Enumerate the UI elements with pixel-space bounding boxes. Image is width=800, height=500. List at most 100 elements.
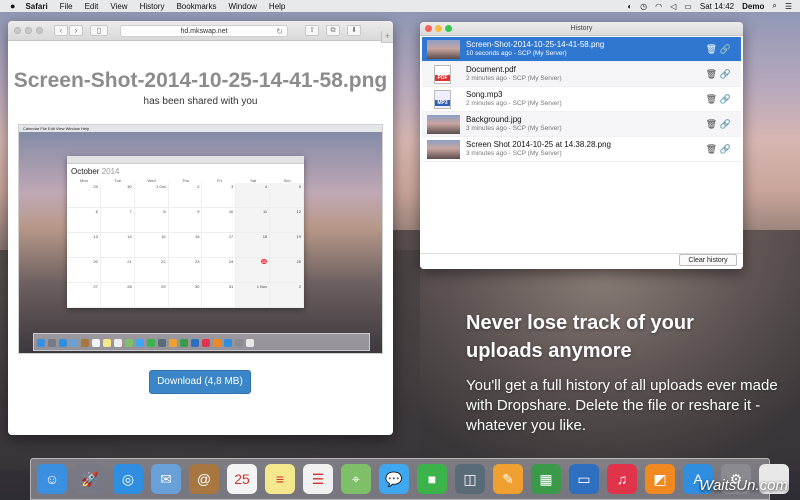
preview-dock-icon xyxy=(136,339,144,347)
spotlight-icon[interactable]: ⌕ xyxy=(772,1,776,11)
preview-day-cell: 8 xyxy=(134,208,169,233)
share-icon[interactable]: ⇧ xyxy=(305,25,319,36)
clear-history-button[interactable]: Clear history xyxy=(679,254,737,266)
preview-day-number: 7 xyxy=(129,209,132,214)
close-button[interactable] xyxy=(14,27,21,34)
preview-day-cell: 14 xyxy=(100,233,135,258)
link-icon[interactable]: 🔗 xyxy=(720,44,731,55)
keynote-icon[interactable]: ▭ xyxy=(569,464,599,494)
history-file-name: Background.jpg xyxy=(466,115,522,124)
facetime-icon[interactable]: ■ xyxy=(417,464,447,494)
finder-icon[interactable]: ☺ xyxy=(37,464,67,494)
safari-icon[interactable]: ◎ xyxy=(113,464,143,494)
history-row[interactable]: Screen Shot 2014-10-25 at 14.38.28.png 3 … xyxy=(422,137,741,162)
page-title: Screen-Shot-2014-10-25-14-41-58.png xyxy=(13,69,388,92)
address-bar[interactable]: hd.mkswap.net ↻ xyxy=(120,25,288,37)
history-close-button[interactable] xyxy=(425,25,432,32)
preview-dock-icon xyxy=(180,339,188,347)
ibooks-icon[interactable]: ◩ xyxy=(645,464,675,494)
trash-icon[interactable]: 🗑 xyxy=(706,144,717,155)
menubar: ● Safari File Edit View History Bookmark… xyxy=(0,0,800,12)
preview-dock-icon xyxy=(147,339,155,347)
launchpad-icon[interactable]: 🚀 xyxy=(75,464,105,494)
apple-menu-icon[interactable]: ● xyxy=(10,1,15,11)
tabs-icon[interactable]: ⧉ xyxy=(326,25,340,36)
preview-day-cell: 5 xyxy=(270,183,304,208)
menu-help[interactable]: Help xyxy=(269,2,285,11)
trash-icon[interactable]: 🗑 xyxy=(706,44,717,55)
menu-file[interactable]: File xyxy=(60,2,73,11)
history-zoom-button[interactable] xyxy=(445,25,452,32)
menu-edit[interactable]: Edit xyxy=(85,2,99,11)
trash-icon[interactable]: 🗑 xyxy=(706,69,717,80)
reload-icon[interactable]: ↻ xyxy=(276,26,283,37)
menu-history[interactable]: History xyxy=(140,2,165,11)
image-thumbnail xyxy=(427,140,460,159)
volume-icon[interactable]: ◁ xyxy=(670,2,676,11)
preview-day-cell: 2 xyxy=(168,183,203,208)
trash-icon[interactable]: 🗑 xyxy=(706,94,717,105)
menu-safari[interactable]: Safari xyxy=(25,2,47,11)
menubar-user[interactable]: Demo xyxy=(742,2,764,11)
menu-window[interactable]: Window xyxy=(228,2,256,11)
history-window: History Screen-Shot-2014-10-25-14-41-58.… xyxy=(420,22,743,269)
menubar-clock[interactable]: Sat 14:42 xyxy=(700,2,734,11)
contacts-icon[interactable]: @ xyxy=(189,464,219,494)
history-row[interactable]: MP3 Song.mp3 2 minutes ago - SCP (My Serve… xyxy=(422,87,741,112)
forward-button[interactable]: › xyxy=(69,25,83,36)
preview-dock-icon xyxy=(81,339,89,347)
numbers-icon[interactable]: ▦ xyxy=(531,464,561,494)
history-file-name: Screen-Shot-2014-10-25-14-41-58.png xyxy=(466,40,605,49)
wifi-icon[interactable]: ◠ xyxy=(655,2,662,11)
photo-booth-icon[interactable]: ◫ xyxy=(455,464,485,494)
watermark: WaitsUn.com xyxy=(699,477,788,494)
history-row[interactable]: Background.jpg 3 minutes ago - SCP (My Se… xyxy=(422,112,741,137)
preview-dock-icon xyxy=(125,339,133,347)
preview-day-number: 25 xyxy=(260,259,268,264)
preview-day-cell: 30 xyxy=(100,183,135,208)
downloads-icon[interactable]: ⬇ xyxy=(347,25,361,36)
pages-icon[interactable]: ✎ xyxy=(493,464,523,494)
history-minimize-button[interactable] xyxy=(435,25,442,32)
preview-day-cell: 3 xyxy=(202,183,237,208)
back-button[interactable]: ‹ xyxy=(54,25,68,36)
messages-icon[interactable]: 💬 xyxy=(379,464,409,494)
preview-day-number: 19 xyxy=(296,234,301,239)
calendar-icon[interactable]: 25 xyxy=(227,464,257,494)
preview-day-number: 8 xyxy=(163,209,166,214)
preview-dock-icon xyxy=(213,339,221,347)
battery-icon[interactable]: ▭ xyxy=(684,2,692,11)
screenshot-preview[interactable]: Calendar File Edit View Window Help Octo… xyxy=(18,124,383,354)
preview-day-cell: 10 xyxy=(202,208,237,233)
notification-center-icon[interactable]: ☰ xyxy=(785,2,792,11)
preview-dock-icon xyxy=(224,339,232,347)
minimize-button[interactable] xyxy=(25,27,32,34)
itunes-icon[interactable]: ♫ xyxy=(607,464,637,494)
menu-view[interactable]: View xyxy=(110,2,127,11)
time-machine-icon[interactable]: ◷ xyxy=(640,2,647,11)
link-icon[interactable]: 🔗 xyxy=(720,94,731,105)
history-row[interactable]: Screen-Shot-2014-10-25-14-41-58.png 10 se… xyxy=(422,37,741,62)
new-tab-button[interactable]: + xyxy=(381,31,393,43)
zoom-button[interactable] xyxy=(36,27,43,34)
dropshare-status-icon[interactable]: ◐ xyxy=(627,2,632,11)
mail-icon[interactable]: ✉ xyxy=(151,464,181,494)
trash-icon[interactable]: 🗑 xyxy=(706,119,717,130)
preview-day-number: 30 xyxy=(127,184,132,189)
preview-day-cell: 6 xyxy=(67,208,101,233)
preview-day-number: 3 xyxy=(231,184,234,189)
promo-headline: Never lose track of your uploads anymore xyxy=(466,312,694,362)
sidebar-icon[interactable]: ▯ xyxy=(90,25,108,36)
link-icon[interactable]: 🔗 xyxy=(720,69,731,80)
reminders-icon[interactable]: ☰ xyxy=(303,464,333,494)
download-button[interactable]: Download (4,8 MB) xyxy=(149,370,251,394)
preview-menubar: Calendar File Edit View Window Help xyxy=(19,125,382,132)
notes-icon[interactable]: ≡ xyxy=(265,464,295,494)
preview-day-number: 20 xyxy=(93,259,98,264)
link-icon[interactable]: 🔗 xyxy=(720,119,731,130)
image-thumbnail xyxy=(427,115,460,134)
maps-icon[interactable]: ⌖ xyxy=(341,464,371,494)
menu-bookmarks[interactable]: Bookmarks xyxy=(176,2,216,11)
link-icon[interactable]: 🔗 xyxy=(720,144,731,155)
history-row[interactable]: PDF Document.pdf 2 minutes ago - SCP (My S… xyxy=(422,62,741,87)
